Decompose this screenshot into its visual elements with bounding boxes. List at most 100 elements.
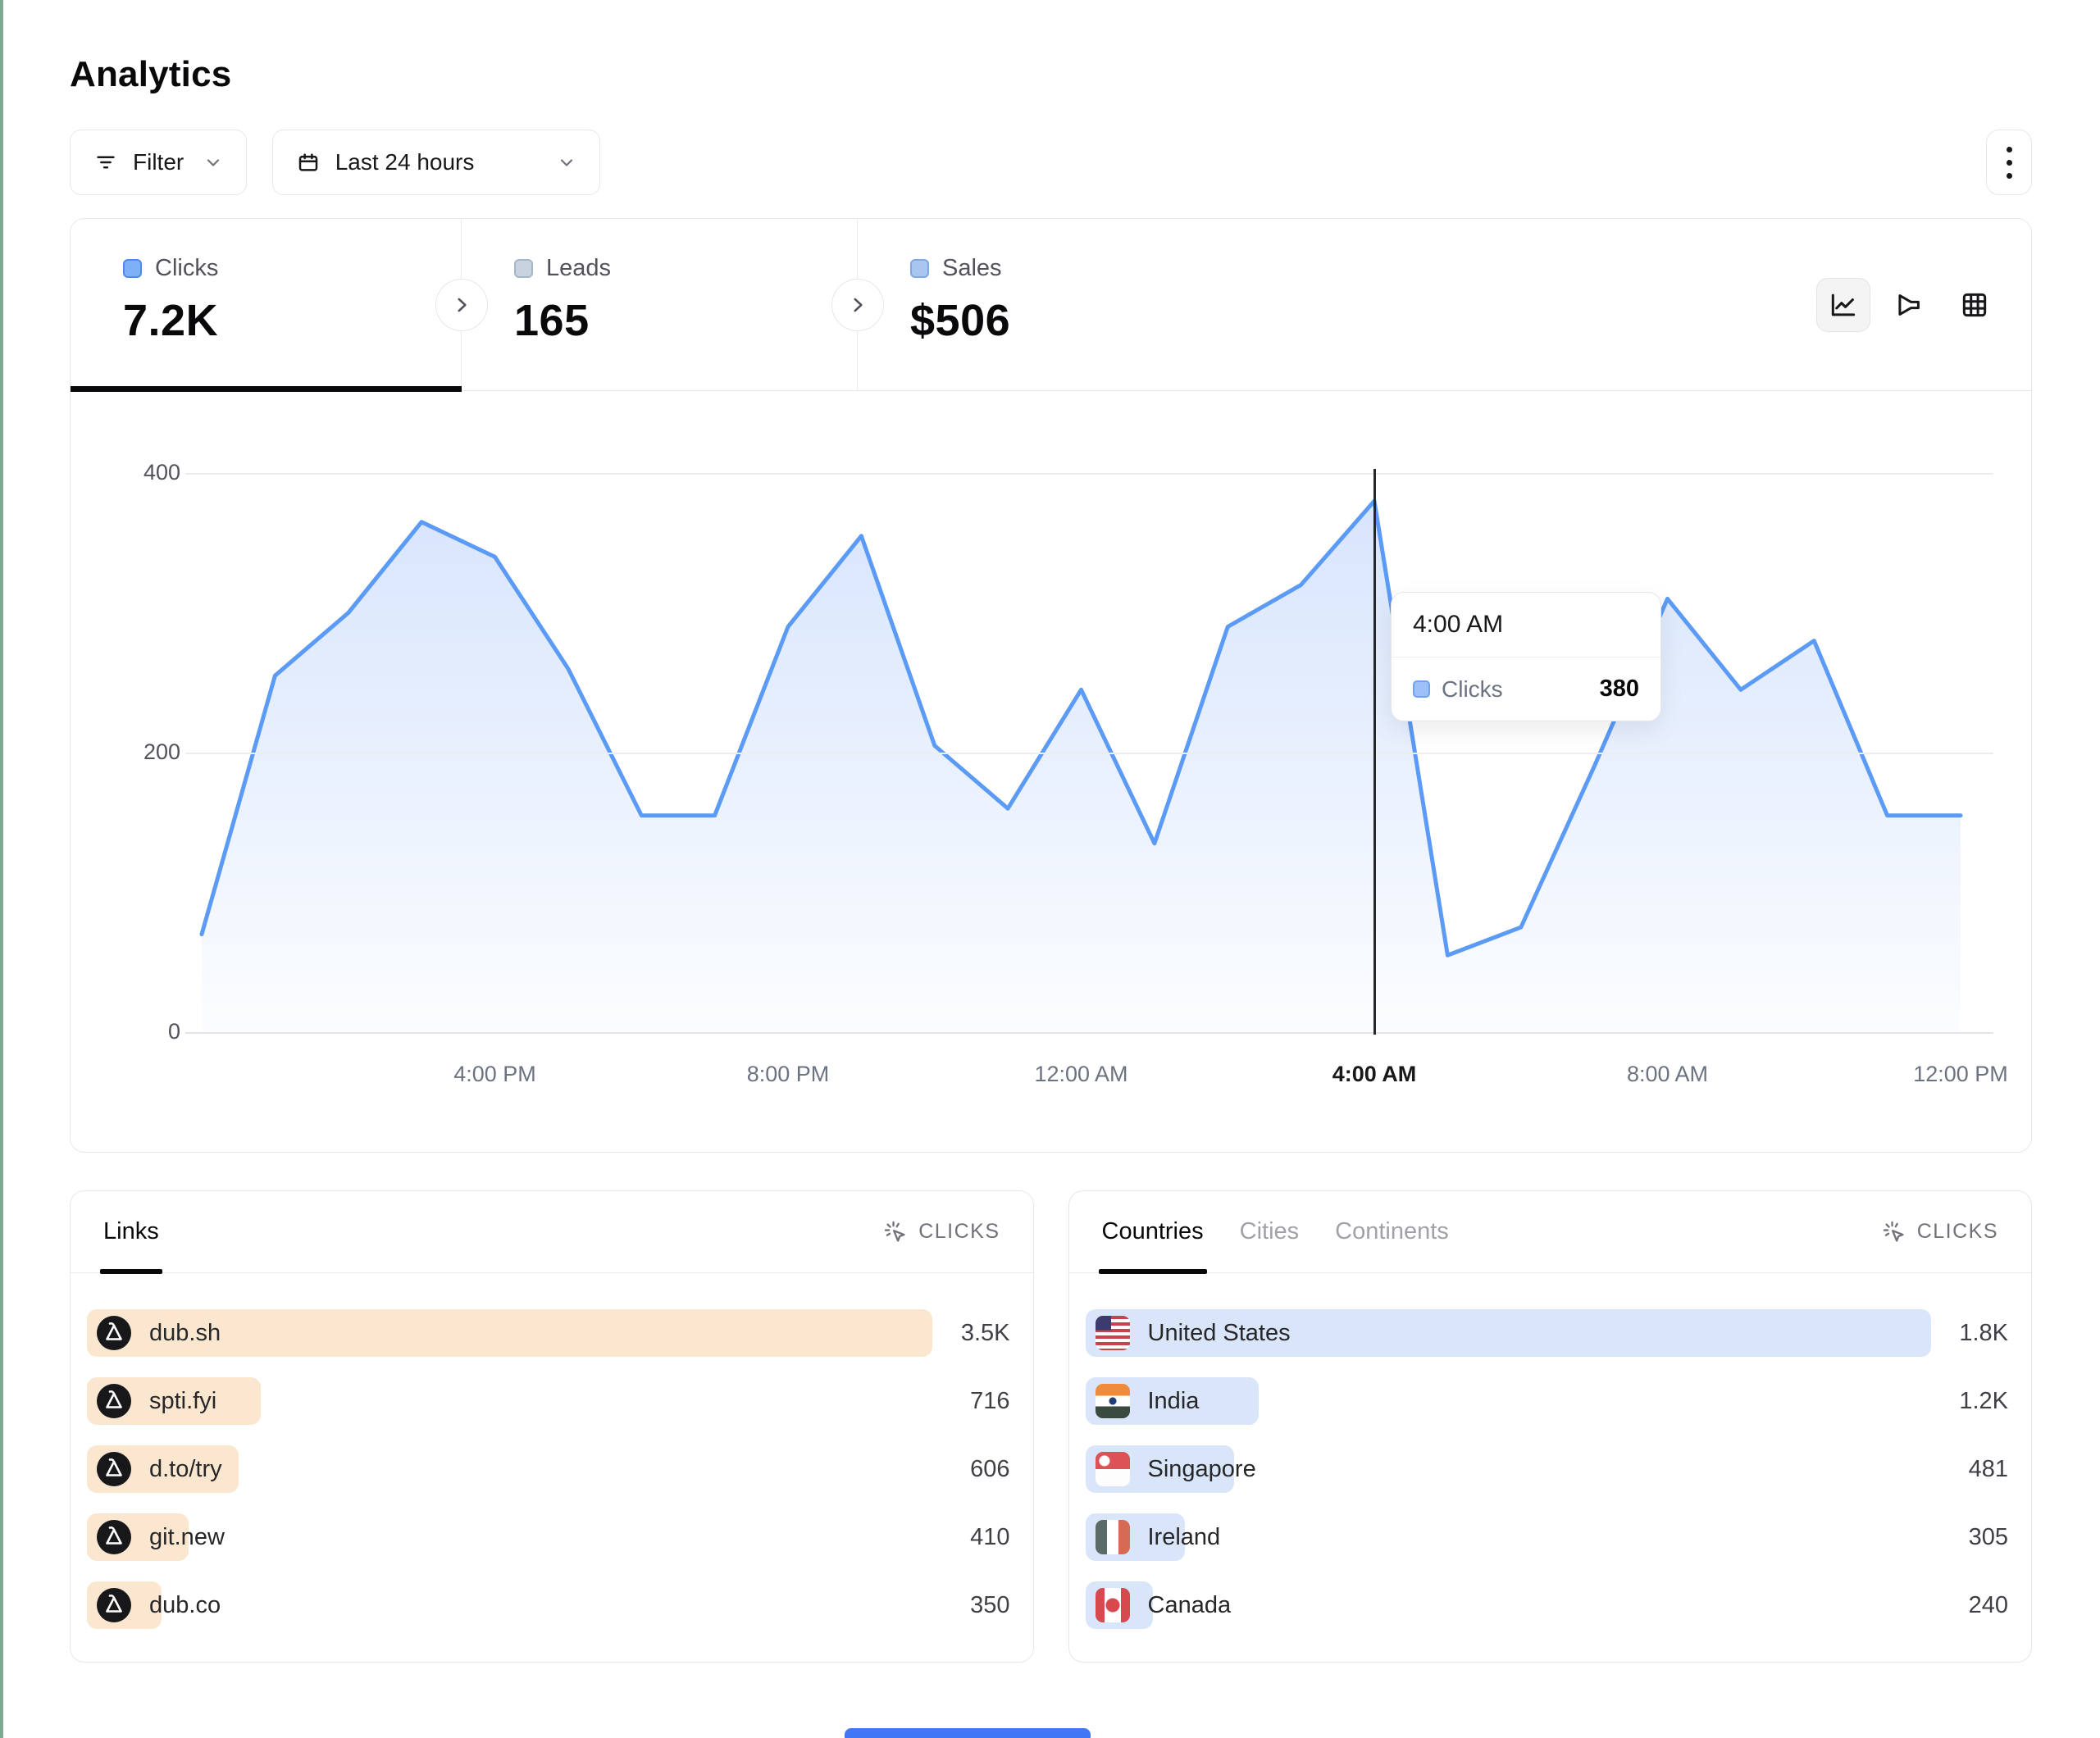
row-label: Singapore <box>1148 1456 1256 1483</box>
countries-tab-continents[interactable]: Continents <box>1335 1191 1449 1272</box>
row-label: spti.fyi <box>149 1388 216 1415</box>
table-toggle[interactable] <box>1947 278 2002 332</box>
dub-logo-icon <box>97 1384 131 1418</box>
x-axis-tick: 12:00 AM <box>1000 1062 1164 1087</box>
row-label: India <box>1148 1388 1200 1415</box>
line-chart-icon <box>1828 289 1859 321</box>
list-item-dub-sh[interactable]: dub.sh 3.5K <box>87 1309 1017 1357</box>
links-metric-label: CLICKS <box>918 1220 1000 1244</box>
x-axis-tick: 8:00 AM <box>1586 1062 1750 1087</box>
stat-label: Clicks <box>155 255 218 282</box>
stat-tab-clicks[interactable]: Clicks 7.2K <box>71 219 462 390</box>
chart-view-toggles <box>1816 278 2002 332</box>
list-item-singapore[interactable]: Singapore 481 <box>1086 1445 2016 1493</box>
date-range-button[interactable]: Last 24 hours <box>272 130 600 195</box>
y-axis-tick: 400 <box>95 460 180 485</box>
links-tab-links[interactable]: Links <box>103 1191 159 1272</box>
toolbar: Filter Last 24 hours <box>70 130 2032 195</box>
list-item-united-states[interactable]: United States 1.8K <box>1086 1309 2016 1357</box>
countries-tab-cities[interactable]: Cities <box>1240 1191 1300 1272</box>
links-panel-header: Links CLICKS <box>71 1191 1033 1273</box>
stat-tabs-row: Clicks 7.2K Leads 165 Sales $506 <box>71 219 2031 391</box>
analytics-page: Analytics Filter Last 24 hours <box>70 0 2032 1663</box>
chevron-down-icon <box>557 152 576 172</box>
stat-tab-leads[interactable]: Leads 165 <box>462 219 858 390</box>
row-value: 350 <box>970 1592 1009 1619</box>
tooltip-series-label: Clicks <box>1442 676 1503 703</box>
tooltip-series-swatch <box>1413 680 1430 698</box>
stat-value: 165 <box>514 295 857 346</box>
cursor-click-icon <box>1881 1219 1907 1245</box>
links-metric-selector[interactable]: CLICKS <box>882 1219 1000 1245</box>
calendar-icon <box>296 150 321 175</box>
row-label: d.to/try <box>149 1456 222 1483</box>
date-range-label: Last 24 hours <box>335 149 475 175</box>
row-value: 240 <box>1969 1592 2008 1619</box>
filter-button-label: Filter <box>133 149 184 175</box>
row-value: 606 <box>970 1456 1009 1483</box>
row-value: 410 <box>970 1524 1009 1551</box>
clicks-chart[interactable]: 4:00 AM Clicks 380 0 200 400 4:00 PM 8:00 PM… <box>71 391 2031 1150</box>
row-value: 481 <box>1969 1456 2008 1483</box>
filter-button[interactable]: Filter <box>70 130 247 195</box>
tooltip-time: 4:00 AM <box>1392 593 1660 657</box>
list-item-ireland[interactable]: Ireland 305 <box>1086 1513 2016 1561</box>
row-label: United States <box>1148 1320 1291 1347</box>
list-item-dub-co[interactable]: dub.co 350 <box>87 1581 1017 1629</box>
row-value: 1.8K <box>1959 1320 2008 1347</box>
list-item-spti-fyi[interactable]: spti.fyi 716 <box>87 1377 1017 1425</box>
stat-swatch-icon <box>910 259 929 278</box>
row-value: 1.2K <box>1959 1388 2008 1415</box>
table-icon <box>1959 289 1990 321</box>
y-axis-tick: 0 <box>95 1019 180 1044</box>
row-label: Canada <box>1148 1592 1232 1619</box>
dub-logo-icon <box>97 1316 131 1350</box>
filter-icon <box>93 150 118 175</box>
chevron-down-icon <box>203 152 223 172</box>
countries-metric-selector[interactable]: CLICKS <box>1881 1219 1998 1245</box>
x-axis-tick: 8:00 PM <box>706 1062 870 1087</box>
x-axis-tick: 12:00 PM <box>1879 1062 2043 1087</box>
analytics-card: Clicks 7.2K Leads 165 Sales $506 <box>70 218 2032 1153</box>
stat-label: Sales <box>942 255 1002 282</box>
area-chart-svg <box>71 391 2033 1150</box>
row-value: 716 <box>970 1388 1009 1415</box>
in-flag-icon <box>1096 1384 1130 1418</box>
list-item-d-to-try[interactable]: d.to/try 606 <box>87 1445 1017 1493</box>
line-chart-toggle[interactable] <box>1816 278 1870 332</box>
y-axis-tick: 200 <box>95 739 180 765</box>
stat-label: Leads <box>546 255 611 282</box>
links-panel: Links CLICKS dub.sh 3.5K <box>70 1190 1034 1663</box>
row-label: Ireland <box>1148 1524 1221 1551</box>
countries-panel-header: Countries Cities Continents CLICKS <box>1069 1191 2032 1273</box>
countries-metric-label: CLICKS <box>1917 1220 1998 1244</box>
list-item-canada[interactable]: Canada 240 <box>1086 1581 2016 1629</box>
us-flag-icon <box>1096 1316 1130 1350</box>
stat-tab-sales[interactable]: Sales $506 <box>858 219 1317 390</box>
expand-sales-button[interactable] <box>831 279 884 331</box>
sg-flag-icon <box>1096 1452 1130 1486</box>
countries-tab-countries[interactable]: Countries <box>1102 1191 1204 1272</box>
funnel-chart-toggle[interactable] <box>1882 278 1936 332</box>
row-label: dub.co <box>149 1592 221 1619</box>
more-menu-button[interactable] <box>1986 130 2032 195</box>
chart-tooltip: 4:00 AM Clicks 380 <box>1391 592 1661 721</box>
stat-swatch-icon <box>123 259 142 278</box>
x-axis-tick: 4:00 AM <box>1292 1062 1456 1087</box>
ca-flag-icon <box>1096 1588 1130 1622</box>
row-label: dub.sh <box>149 1320 221 1347</box>
ie-flag-icon <box>1096 1520 1130 1554</box>
funnel-chart-icon <box>1893 289 1925 321</box>
countries-panel: Countries Cities Continents CLICKS United … <box>1068 1190 2033 1663</box>
stat-value: $506 <box>910 295 1317 346</box>
hover-crosshair-line <box>1373 469 1376 1035</box>
list-item-git-new[interactable]: git.new 410 <box>87 1513 1017 1561</box>
x-axis-tick: 4:00 PM <box>413 1062 577 1087</box>
expand-leads-button[interactable] <box>435 279 488 331</box>
left-edge-accent <box>0 0 3 1738</box>
tooltip-value: 380 <box>1600 676 1639 703</box>
list-item-india[interactable]: India 1.2K <box>1086 1377 2016 1425</box>
row-value: 305 <box>1969 1524 2008 1551</box>
bottom-accent-bar <box>845 1728 1091 1738</box>
page-title: Analytics <box>70 54 2032 95</box>
